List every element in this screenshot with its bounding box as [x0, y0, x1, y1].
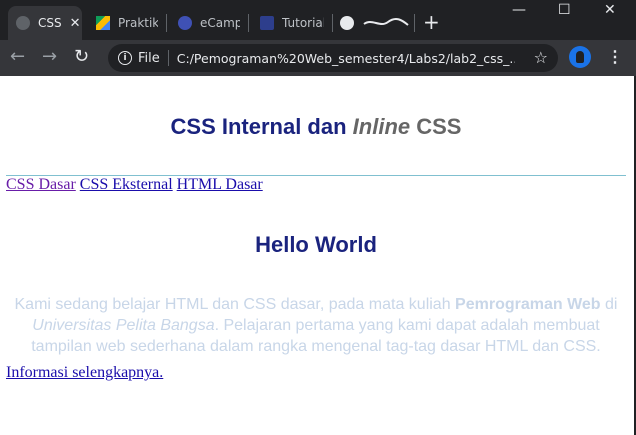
link-css-eksternal[interactable]: CSS Eksternal — [80, 176, 173, 193]
profile-avatar[interactable] — [569, 46, 591, 68]
bookmark-star-icon[interactable]: ☆ — [534, 48, 548, 67]
tab-separator — [332, 14, 333, 32]
web-page: CSS Internal dan Inline CSS CSS Dasar CS… — [0, 76, 636, 435]
more-info-link[interactable]: Informasi selengkapnya. — [6, 364, 163, 382]
github-icon — [340, 16, 354, 30]
tab-separator — [414, 14, 415, 32]
title-css: CSS — [410, 114, 462, 139]
window-close-button[interactable]: ✕ — [604, 2, 616, 18]
dicoding-icon — [260, 16, 274, 30]
globe-icon — [16, 16, 30, 30]
page-title: CSS Internal dan Inline CSS — [0, 114, 632, 140]
forward-button[interactable]: → — [42, 46, 57, 67]
title-text: CSS Internal dan — [170, 114, 353, 139]
tab-title: CSS — [38, 16, 62, 30]
link-html-dasar[interactable]: HTML Dasar — [177, 176, 263, 193]
maximize-button[interactable]: ☐ — [558, 2, 571, 18]
ecampus-icon — [178, 16, 192, 30]
info-icon[interactable]: i — [118, 51, 132, 65]
hello-heading: Hello World — [255, 232, 377, 257]
tab-separator — [248, 14, 249, 32]
para-bold: Pemrograman Web — [455, 296, 601, 313]
address-bar[interactable]: i File C:/Pemograman%20Web_semester4/Lab… — [108, 44, 558, 72]
tab-title: eCampu — [200, 16, 240, 30]
intro-paragraph: Kami sedang belajar HTML dan CSS dasar, … — [6, 294, 626, 357]
tab-title: Praktiku — [118, 16, 158, 30]
google-drive-icon — [96, 16, 110, 30]
back-button[interactable]: ← — [10, 46, 25, 67]
tab-strip: CSS ✕ Praktiku eCampu Tutorial + — ☐ ✕ — [0, 0, 636, 40]
close-tab-icon[interactable]: ✕ — [70, 16, 81, 31]
tab-ecampus[interactable]: eCampu — [172, 6, 244, 40]
tab-separator — [166, 14, 167, 32]
tab-praktikum[interactable]: Praktiku — [90, 6, 162, 40]
scheme-label: File — [138, 50, 160, 66]
address-divider — [167, 50, 169, 66]
scribble-redaction — [363, 17, 409, 26]
new-tab-button[interactable]: + — [423, 10, 440, 34]
minimize-button[interactable]: — — [512, 2, 526, 18]
reload-button[interactable]: ↻ — [74, 46, 89, 67]
nav-links: CSS Dasar CSS Eksternal HTML Dasar — [6, 176, 263, 194]
url-text[interactable]: C:/Pemograman%20Web_semester4/Labs2/lab2… — [177, 51, 515, 66]
tab-css[interactable]: CSS ✕ — [8, 6, 82, 40]
tab-github[interactable] — [338, 6, 412, 40]
tab-tutorial[interactable]: Tutorial — [254, 6, 328, 40]
para-text: di — [600, 296, 618, 313]
tab-title: Tutorial — [282, 16, 324, 30]
title-italic: Inline — [352, 114, 411, 139]
browser-toolbar: ← → ↻ i File C:/Pemograman%20Web_semeste… — [0, 40, 636, 76]
para-italic: Universitas Pelita Bangsa — [32, 317, 215, 334]
para-text: Kami sedang belajar HTML dan CSS dasar, … — [14, 296, 456, 313]
browser-menu-icon[interactable]: ⋮ — [607, 47, 623, 67]
link-css-dasar[interactable]: CSS Dasar — [6, 176, 76, 193]
